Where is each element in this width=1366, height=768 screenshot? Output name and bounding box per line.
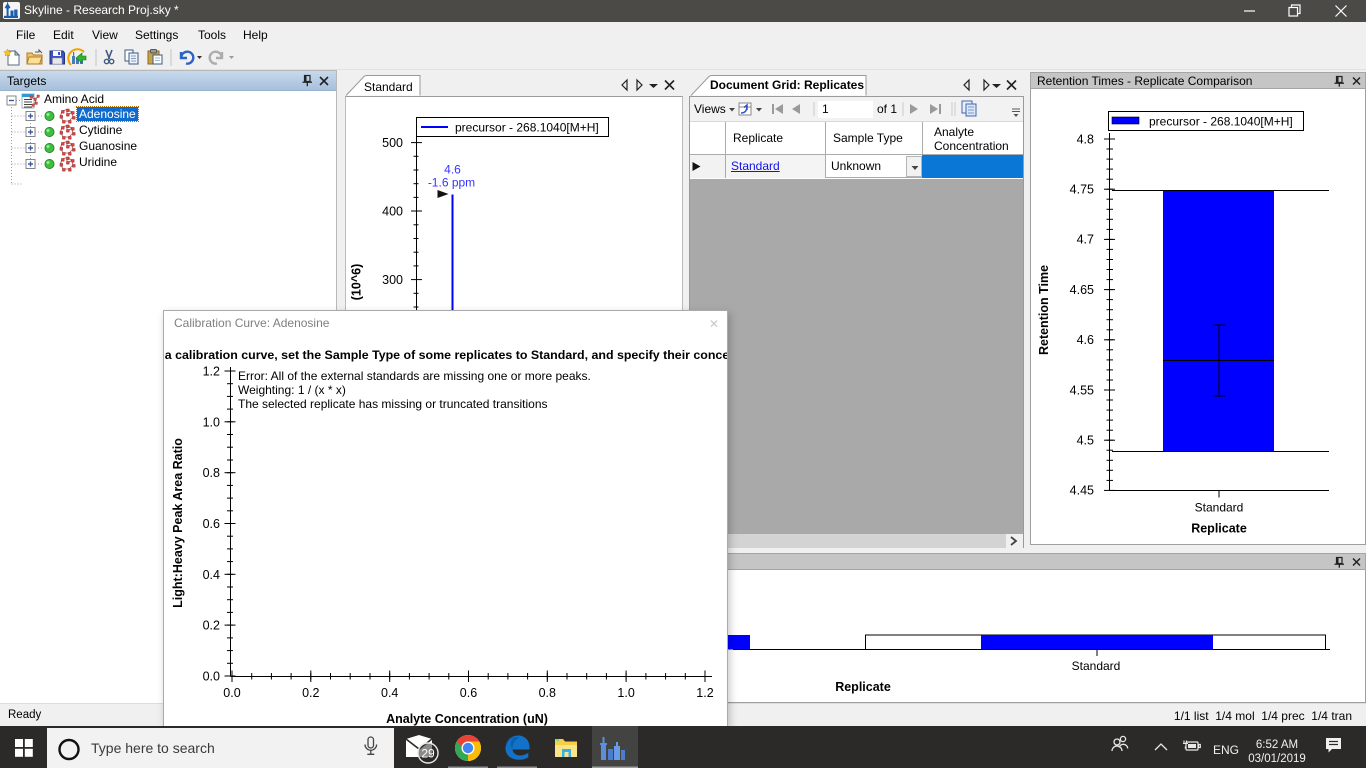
svg-text:-1.6 ppm: -1.6 ppm: [428, 176, 475, 190]
svg-text:0.4: 0.4: [203, 568, 220, 582]
svg-text:1.0: 1.0: [203, 415, 220, 429]
svg-text:(10^6): (10^6): [350, 264, 364, 300]
svg-text:1.2: 1.2: [203, 365, 220, 379]
svg-text:500: 500: [382, 136, 403, 150]
svg-text:The selected replicate has mis: The selected replicate has missing or tr…: [238, 397, 548, 411]
svg-text:0.8: 0.8: [203, 466, 220, 480]
svg-text:Replicate: Replicate: [1191, 522, 1247, 536]
svg-text:precursor - 268.1040[M+H]: precursor - 268.1040[M+H]: [455, 121, 599, 135]
svg-text:Replicate: Replicate: [835, 680, 891, 694]
svg-text:1.0: 1.0: [617, 686, 634, 700]
svg-text:0.0: 0.0: [203, 670, 220, 684]
svg-text:4.8: 4.8: [1077, 132, 1094, 146]
svg-text:Light:Heavy Peak Area Ratio: Light:Heavy Peak Area Ratio: [171, 438, 185, 608]
svg-text:4.55: 4.55: [1070, 383, 1094, 397]
svg-text:400: 400: [382, 205, 403, 219]
svg-text:29: 29: [421, 747, 435, 761]
svg-text:4.5: 4.5: [1077, 434, 1094, 448]
svg-text:4.65: 4.65: [1070, 283, 1094, 297]
svg-text:0.4: 0.4: [381, 686, 398, 700]
svg-text:0.8: 0.8: [539, 686, 556, 700]
svg-text:Error: All of the external sta: Error: All of the external standards are…: [238, 369, 591, 383]
svg-text:4.6: 4.6: [1077, 333, 1094, 347]
svg-text:Analyte Concentration (uN): Analyte Concentration (uN): [386, 712, 548, 726]
svg-text:300: 300: [382, 273, 403, 287]
svg-text:of 1: of 1: [877, 102, 897, 116]
svg-text:Weighting: 1 / (x * x): Weighting: 1 / (x * x): [238, 383, 346, 397]
svg-text:4.6: 4.6: [444, 163, 461, 177]
svg-text:precursor - 268.1040[M+H]: precursor - 268.1040[M+H]: [1149, 115, 1293, 129]
svg-text:6:52 AM: 6:52 AM: [1256, 739, 1298, 751]
svg-text:4.75: 4.75: [1070, 183, 1094, 197]
svg-text:0.0: 0.0: [223, 686, 240, 700]
svg-text:0.6: 0.6: [460, 686, 477, 700]
svg-text:4.45: 4.45: [1070, 484, 1094, 498]
svg-text:03/01/2019: 03/01/2019: [1248, 753, 1306, 765]
svg-text:Retention Time: Retention Time: [1037, 265, 1051, 355]
svg-text:0.2: 0.2: [302, 686, 319, 700]
svg-text:Standard: Standard: [1195, 501, 1244, 515]
svg-text:Standard: Standard: [1072, 659, 1121, 673]
svg-text:4.7: 4.7: [1077, 233, 1094, 247]
svg-text:0.2: 0.2: [203, 619, 220, 633]
svg-text:0.6: 0.6: [203, 517, 220, 531]
svg-text:ENG: ENG: [1213, 743, 1239, 757]
svg-text:1: 1: [822, 102, 829, 116]
svg-text:1.2: 1.2: [696, 686, 713, 700]
